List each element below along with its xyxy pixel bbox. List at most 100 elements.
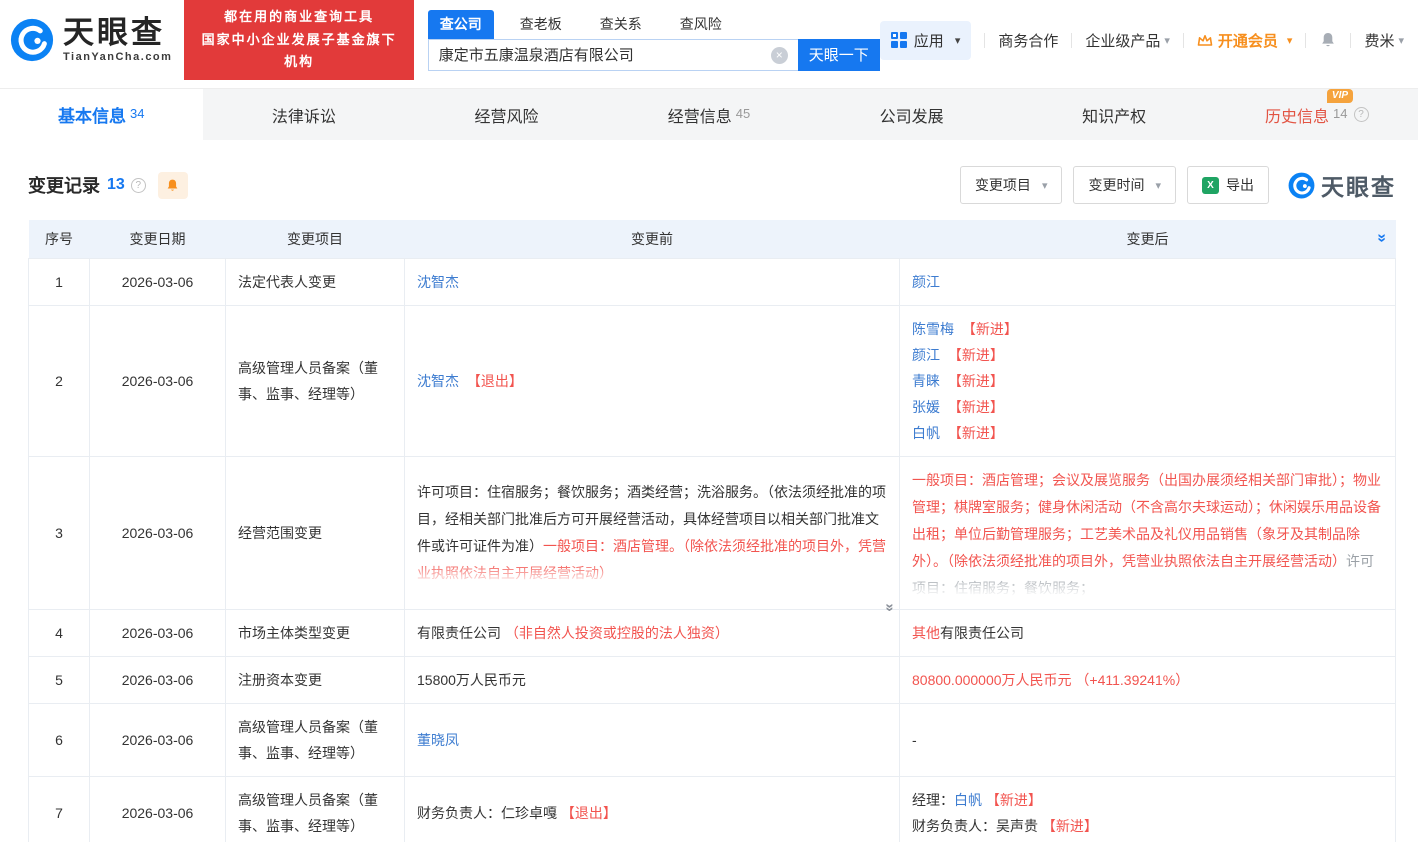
tab-count: 45 bbox=[736, 106, 750, 121]
change-records-table: 序号 变更日期 变更项目 变更前 变更后 » 1 2026-03-06 法定代表… bbox=[28, 220, 1396, 842]
expand-row-icon[interactable]: » bbox=[883, 603, 898, 611]
export-button[interactable]: X 导出 bbox=[1187, 166, 1269, 204]
collapse-rows-icon[interactable]: » bbox=[1373, 234, 1389, 243]
search-tab-risk[interactable]: 查风险 bbox=[668, 10, 734, 39]
change-item: 高级管理人员备案（董事、监事、经理等） bbox=[226, 305, 405, 456]
tab-label: 法律诉讼 bbox=[272, 103, 336, 127]
change-after: 陈雪梅 【新进】 颜江 【新进】 青睐 【新进】 张媛 【新进】 白帆 【新 bbox=[900, 305, 1396, 456]
subscribe-bell-button[interactable] bbox=[158, 172, 188, 199]
tab-legal-litigation[interactable]: 法律诉讼 bbox=[203, 89, 406, 140]
table-row: 6 2026-03-06 高级管理人员备案（董事、监事、经理等） 董晓凤 - bbox=[29, 703, 1396, 776]
value-text-changed: 80800.000000万人民币元 （+411.39241%） bbox=[912, 672, 1189, 688]
change-date: 2026-03-06 bbox=[90, 776, 226, 842]
person-link[interactable]: 白帆 bbox=[954, 792, 982, 808]
table-row: 5 2026-03-06 注册资本变更 15800万人民币元 80800.000… bbox=[29, 656, 1396, 703]
tab-intellectual-property[interactable]: 知识产权 bbox=[1013, 89, 1216, 140]
truncated-text: 许可项目：住宿服务；餐饮服务；酒类经营；洗浴服务。（依法须经批准的项目，经相关部… bbox=[417, 479, 887, 587]
person-link[interactable]: 颜江 bbox=[912, 274, 940, 290]
person-link[interactable]: 董晓凤 bbox=[417, 732, 459, 748]
crown-icon bbox=[1197, 34, 1213, 47]
filter-label: 变更时间 bbox=[1088, 175, 1144, 195]
tab-label: 公司发展 bbox=[880, 103, 944, 127]
change-after: 80800.000000万人民币元 （+411.39241%） bbox=[900, 656, 1396, 703]
search-tab-relation[interactable]: 查关系 bbox=[588, 10, 654, 39]
bell-icon bbox=[165, 178, 180, 193]
help-icon[interactable]: ? bbox=[131, 178, 146, 193]
search-tab-company[interactable]: 查公司 bbox=[428, 10, 494, 39]
help-icon[interactable]: ? bbox=[1354, 107, 1369, 122]
change-before: 沈智杰 【退出】 bbox=[405, 305, 900, 456]
table-header-row: 序号 变更日期 变更项目 变更前 变更后 » bbox=[29, 220, 1396, 258]
bell-icon bbox=[1319, 31, 1337, 49]
person-text: 财务负责人：仁珍卓嘎 bbox=[417, 805, 561, 821]
apps-grid-icon bbox=[891, 32, 907, 48]
filter-change-time-dropdown[interactable]: 变更时间 ▾ bbox=[1073, 166, 1176, 204]
change-item: 法定代表人变更 bbox=[226, 258, 405, 305]
open-vip-menu[interactable]: 开通会员 ▾ bbox=[1197, 30, 1293, 51]
notification-bell-button[interactable] bbox=[1319, 31, 1337, 49]
search-tab-boss[interactable]: 查老板 bbox=[508, 10, 574, 39]
new-tag: 【新进】 bbox=[1042, 818, 1098, 834]
change-date: 2026-03-06 bbox=[90, 703, 226, 776]
col-change-item: 变更项目 bbox=[226, 220, 405, 258]
brand-name: 天眼查 bbox=[63, 17, 172, 50]
tab-history-info[interactable]: 历史信息 VIP 14 ? bbox=[1215, 89, 1418, 140]
tab-company-development[interactable]: 公司发展 bbox=[810, 89, 1013, 140]
person-entry: 颜江 【新进】 bbox=[912, 342, 1383, 368]
role-text: 经理： bbox=[912, 792, 954, 808]
change-item: 市场主体类型变更 bbox=[226, 609, 405, 656]
table-row: 1 2026-03-06 法定代表人变更 沈智杰 颜江 bbox=[29, 258, 1396, 305]
change-item: 经营范围变更 bbox=[226, 456, 405, 609]
person-link[interactable]: 白帆 bbox=[912, 425, 940, 441]
person-entry: 陈雪梅 【新进】 bbox=[912, 316, 1383, 342]
exit-tag: 【退出】 bbox=[467, 373, 523, 389]
person-link[interactable]: 沈智杰 bbox=[417, 274, 459, 290]
company-nav-tabs: 基本信息 34 法律诉讼 经营风险 经营信息 45 公司发展 知识产权 历史信息… bbox=[0, 88, 1418, 140]
tab-operation-risk[interactable]: 经营风险 bbox=[405, 89, 608, 140]
value-text-changed: （非自然人投资或控股的法人独资） bbox=[505, 625, 729, 641]
apps-menu-button[interactable]: 应用 ▾ bbox=[880, 21, 972, 60]
enterprise-products-menu[interactable]: 企业级产品 ▾ bbox=[1085, 30, 1170, 51]
tab-label: 基本信息 bbox=[58, 102, 126, 127]
change-item: 注册资本变更 bbox=[226, 656, 405, 703]
export-label: 导出 bbox=[1226, 175, 1254, 195]
change-before: 许可项目：住宿服务；餐饮服务；酒类经营；洗浴服务。（依法须经批准的项目，经相关部… bbox=[405, 456, 900, 609]
tab-label: 经营风险 bbox=[474, 103, 538, 127]
filter-change-item-dropdown[interactable]: 变更项目 ▾ bbox=[960, 166, 1063, 204]
change-after: 经理：白帆 【新进】 财务负责人：吴声贵 【新进】 bbox=[900, 776, 1396, 842]
row-index: 4 bbox=[29, 609, 90, 656]
tab-basic-info[interactable]: 基本信息 34 bbox=[0, 89, 203, 140]
watermark-brand: 天眼查 bbox=[1321, 168, 1396, 202]
menu-divider bbox=[1305, 33, 1306, 48]
brand-domain: TianYanCha.com bbox=[63, 51, 172, 63]
enterprise-products-label: 企业级产品 bbox=[1085, 30, 1160, 51]
business-coop-link[interactable]: 商务合作 bbox=[998, 30, 1058, 51]
tianyancha-logo[interactable]: 天眼查 TianYanCha.com bbox=[10, 17, 172, 64]
clear-search-icon[interactable]: × bbox=[771, 47, 788, 64]
search-button[interactable]: 天眼一下 bbox=[798, 39, 880, 71]
new-tag: 【新进】 bbox=[948, 399, 1004, 415]
change-item: 高级管理人员备案（董事、监事、经理等） bbox=[226, 703, 405, 776]
person-link[interactable]: 沈智杰 bbox=[417, 373, 459, 389]
filter-label: 变更项目 bbox=[975, 175, 1031, 195]
search-tabs: 查公司 查老板 查关系 查风险 bbox=[428, 10, 880, 39]
person-link[interactable]: 张媛 bbox=[912, 399, 940, 415]
person-entry: 青睐 【新进】 bbox=[912, 368, 1383, 394]
tab-operation-info[interactable]: 经营信息 45 bbox=[608, 89, 811, 140]
new-tag: 【新进】 bbox=[986, 792, 1042, 808]
person-link[interactable]: 陈雪梅 bbox=[912, 321, 954, 337]
person-link[interactable]: 颜江 bbox=[912, 347, 940, 363]
person-entry: 财务负责人：吴声贵 【新进】 bbox=[912, 813, 1383, 839]
search-input[interactable] bbox=[428, 39, 798, 71]
truncated-text: 一般项目：酒店管理；会议及展览服务（出国办展须经相关部门审批）；物业管理；棋牌室… bbox=[912, 467, 1383, 599]
top-menu: 应用 ▾ 商务合作 企业级产品 ▾ 开通会员 ▾ 费米 ▾ bbox=[880, 21, 1404, 60]
person-entry: 白帆 【新进】 bbox=[912, 420, 1383, 446]
menu-divider bbox=[984, 33, 985, 48]
username-label: 费米 bbox=[1364, 30, 1394, 51]
change-date: 2026-03-06 bbox=[90, 456, 226, 609]
person-link[interactable]: 青睐 bbox=[912, 373, 940, 389]
user-menu[interactable]: 费米 ▾ bbox=[1364, 30, 1404, 51]
row-index: 6 bbox=[29, 703, 90, 776]
tianyancha-logo-icon bbox=[1288, 172, 1315, 199]
col-change-date: 变更日期 bbox=[90, 220, 226, 258]
